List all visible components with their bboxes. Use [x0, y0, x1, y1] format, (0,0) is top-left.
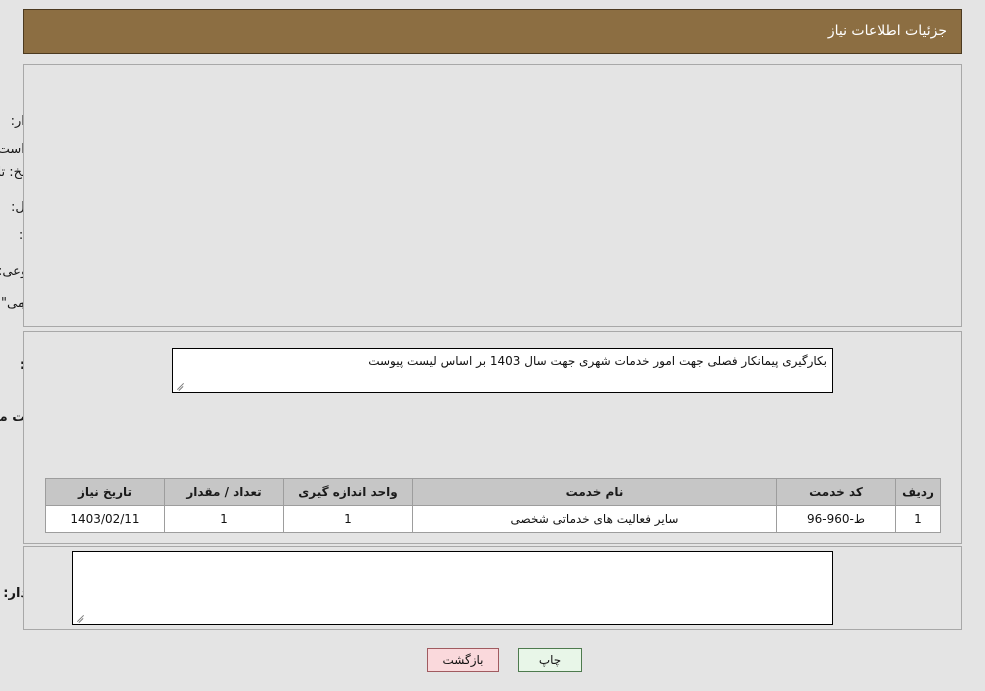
need-info-panel	[23, 64, 962, 327]
services-table: ردیف کد خدمت نام خدمت واحد اندازه گیری ت…	[45, 478, 941, 533]
col-header-code: کد خدمت	[776, 478, 896, 506]
textarea-buyer-notes[interactable]	[72, 551, 833, 625]
col-header-radif: ردیف	[895, 478, 941, 506]
cell-name: سایر فعالیت های خدماتی شخصی	[412, 505, 777, 533]
general-desc-text: بکارگیری پیمانکار فصلی جهت امور خدمات شه…	[368, 354, 827, 368]
col-header-unit: واحد اندازه گیری	[283, 478, 413, 506]
cell-radif: 1	[895, 505, 941, 533]
cell-date: 1403/02/11	[45, 505, 165, 533]
cell-qty: 1	[164, 505, 284, 533]
cell-code: ط-960-96	[776, 505, 896, 533]
table-row: 1 ط-960-96 سایر فعالیت های خدماتی شخصی 1…	[45, 505, 941, 533]
col-header-date: تاریخ نیاز	[45, 478, 165, 506]
resize-grip-icon-notes[interactable]	[76, 612, 86, 622]
resize-grip-icon[interactable]	[176, 380, 186, 390]
page-header-bar: جزئیات اطلاعات نیاز	[23, 9, 962, 54]
col-header-name: نام خدمت	[412, 478, 777, 506]
table-header-row: ردیف کد خدمت نام خدمت واحد اندازه گیری ت…	[45, 478, 941, 506]
page-title: جزئیات اطلاعات نیاز	[827, 23, 947, 39]
page-root: AriaTender.net جزئیات اطلاعات نیاز شماره…	[0, 0, 985, 691]
back-button[interactable]: بازگشت	[427, 648, 499, 672]
cell-unit: 1	[283, 505, 413, 533]
col-header-qty: تعداد / مقدار	[164, 478, 284, 506]
print-button[interactable]: چاپ	[518, 648, 582, 672]
textarea-general-desc[interactable]: بکارگیری پیمانکار فصلی جهت امور خدمات شه…	[172, 348, 833, 393]
